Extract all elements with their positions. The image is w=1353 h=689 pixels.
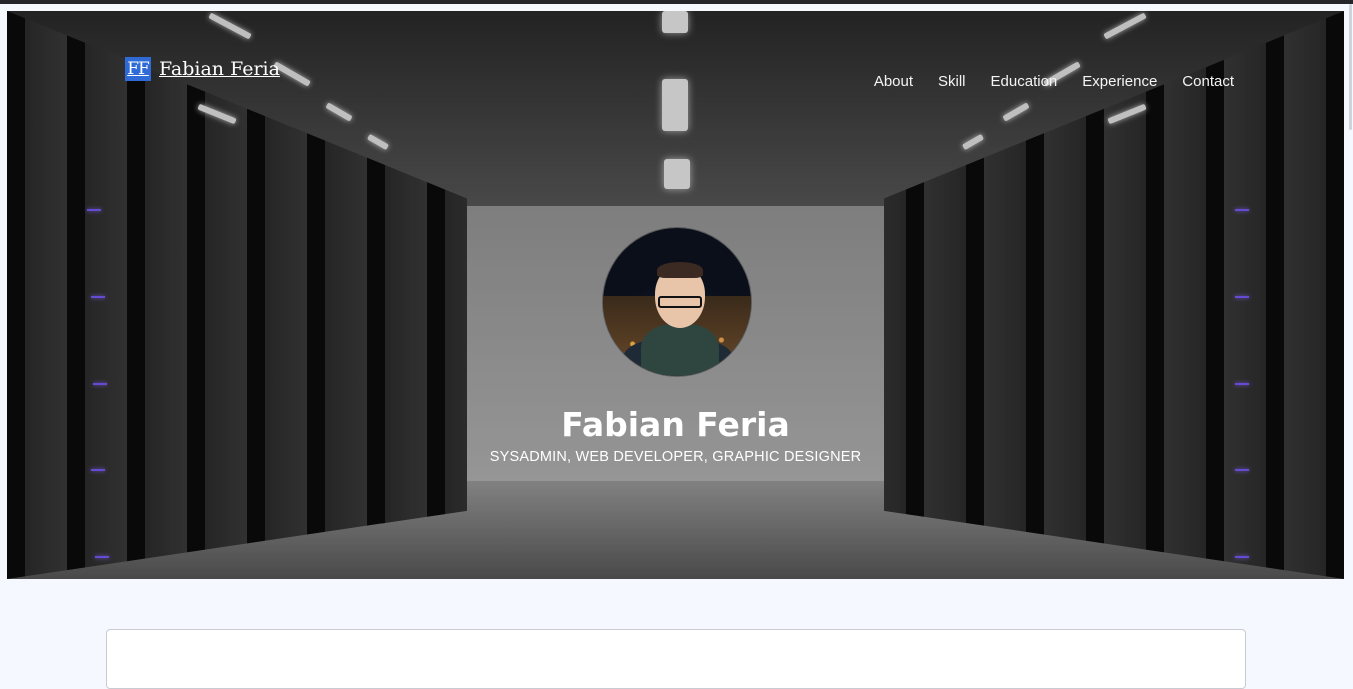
brand-logo-icon: FF [125,57,151,81]
nav-item-skill[interactable]: Skill [938,73,966,90]
avatar-hair [657,262,703,278]
content-card [106,629,1246,689]
nav-item-education[interactable]: Education [991,73,1058,90]
avatar [603,228,751,376]
brand-name: Fabian Feria [159,58,280,80]
hero-subtitle: SYSADMIN, WEB DEVELOPER, GRAPHIC DESIGNE… [489,449,862,465]
main-nav: About Skill Education Experience Contact [874,73,1234,90]
top-border [0,0,1353,4]
brand-home-link[interactable]: FF Fabian Feria [125,57,280,81]
nav-item-about[interactable]: About [874,73,913,90]
scrollbar-thumb[interactable] [1349,4,1352,130]
page-scrollbar[interactable] [1344,4,1353,130]
avatar-glasses-icon [658,296,702,308]
hero-name: Fabian Feria [561,405,790,444]
avatar-scarf [641,324,719,376]
hero-section: FF Fabian Feria About Skill Education Ex… [7,11,1344,579]
nav-item-experience[interactable]: Experience [1082,73,1157,90]
nav-item-contact[interactable]: Contact [1182,73,1234,90]
